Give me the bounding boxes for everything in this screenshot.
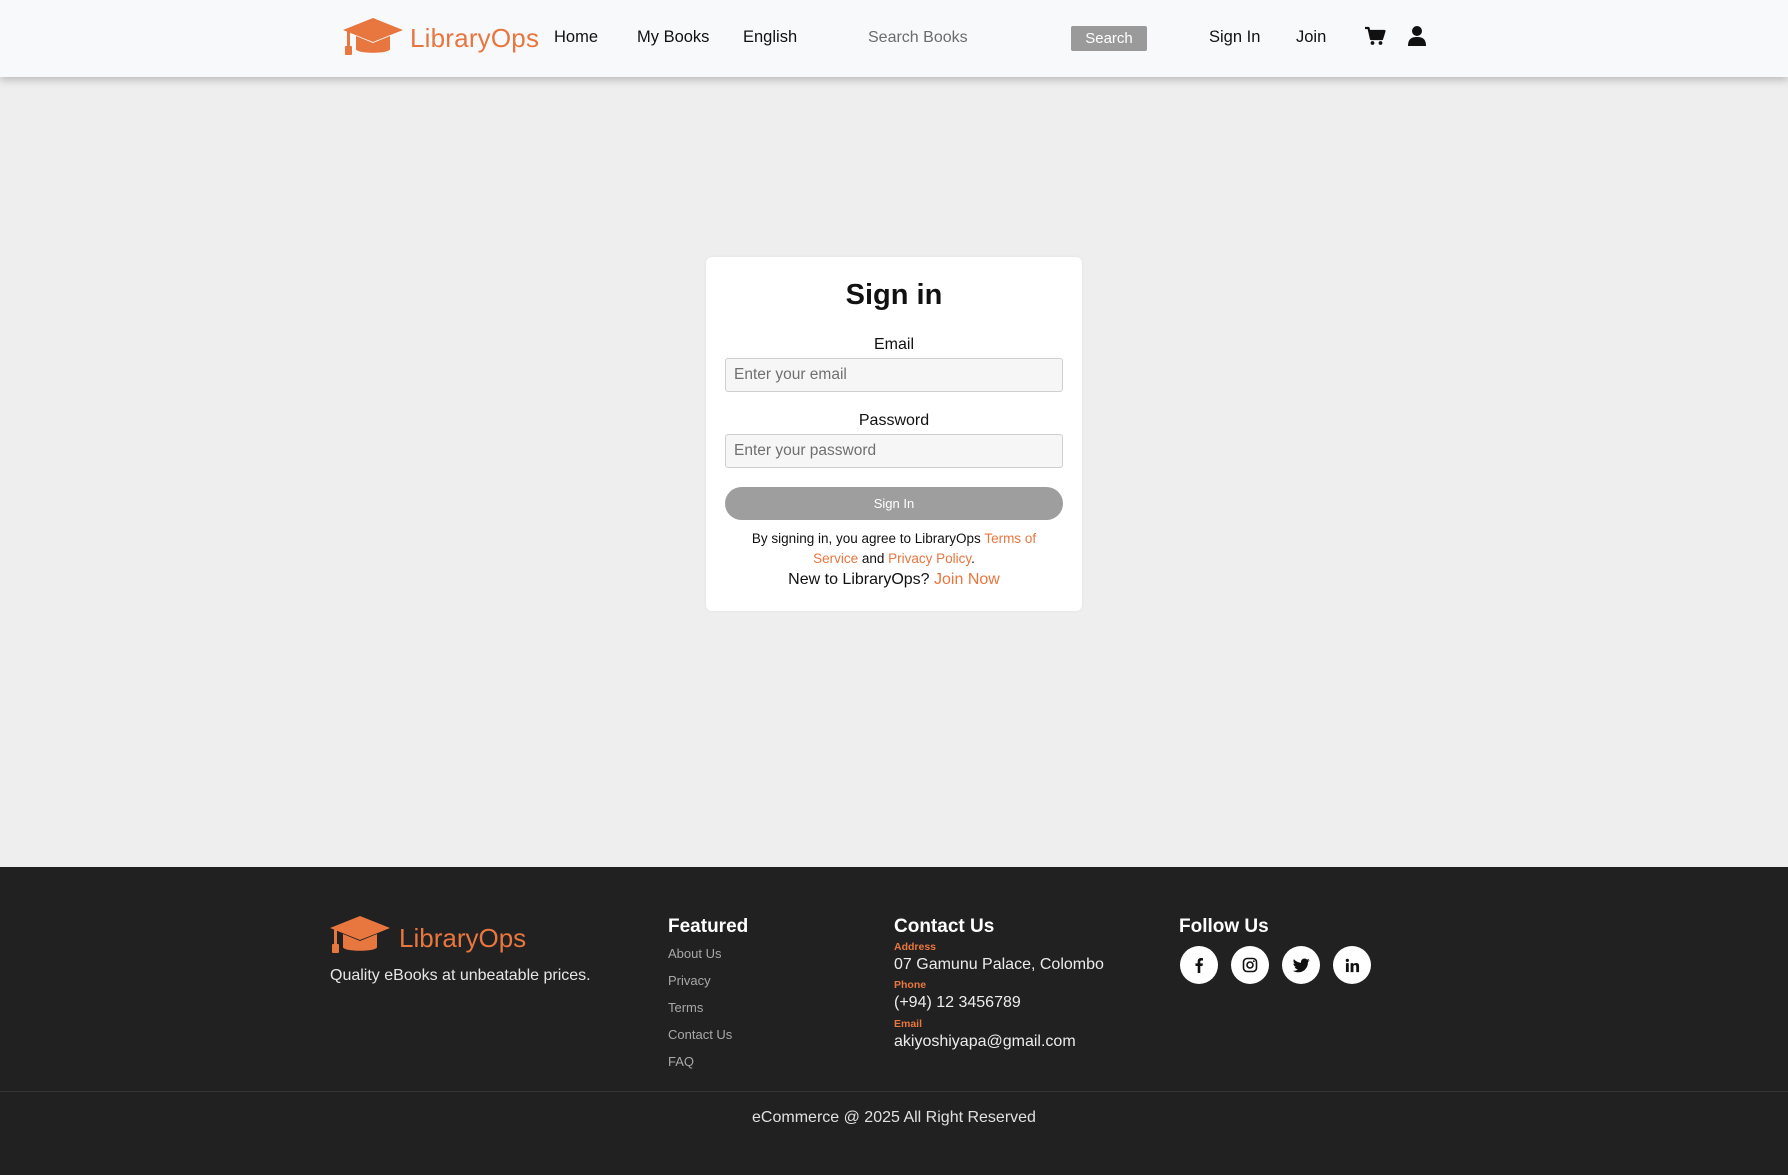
follow-heading: Follow Us [1179, 916, 1269, 937]
footer-link-privacy[interactable]: Privacy [668, 973, 711, 988]
nav-join-link[interactable]: Join [1296, 28, 1326, 47]
cart-icon[interactable] [1364, 25, 1386, 52]
terms-notice: By signing in, you agree to LibraryOps T… [736, 529, 1052, 569]
nav-sign-in-link[interactable]: Sign In [1209, 28, 1260, 47]
address-label: Address [894, 941, 937, 953]
email-label-footer: Email [894, 1018, 923, 1030]
featured-heading: Featured [668, 916, 749, 937]
join-now-link[interactable]: Join Now [934, 571, 1000, 588]
terms-and: and [858, 551, 889, 566]
footer-tagline: Quality eBooks at unbeatable prices. [330, 967, 591, 984]
phone-value: (+94) 12 3456789 [894, 994, 1021, 1011]
footer-divider [0, 1091, 1788, 1092]
facebook-icon[interactable] [1180, 946, 1218, 984]
signin-title: Sign in [845, 279, 943, 311]
graduation-cap-icon [329, 914, 391, 963]
email-value: akiyoshiyapa@gmail.com [894, 1033, 1076, 1050]
address-value: 07 Gamunu Palace, Colombo [894, 956, 1104, 973]
instagram-icon[interactable] [1231, 946, 1269, 984]
search-button[interactable]: Search [1071, 26, 1147, 51]
password-label: Password [858, 412, 930, 429]
footer-brand[interactable]: LibraryOps [329, 914, 526, 963]
join-prompt-text: New to LibraryOps? [788, 571, 935, 588]
brand-logo-link[interactable]: LibraryOps [342, 16, 539, 60]
email-label: Email [873, 336, 914, 353]
terms-prefix: By signing in, you agree to LibraryOps [751, 531, 985, 546]
nav-language-link[interactable]: English [743, 28, 797, 47]
join-prompt: New to LibraryOps? Join Now [706, 571, 1082, 589]
footer-link-faq[interactable]: FAQ [668, 1054, 694, 1069]
phone-label: Phone [894, 979, 927, 991]
sign-in-button[interactable]: Sign In [725, 487, 1063, 520]
signin-card: Sign in Email Password Sign In By signin… [706, 257, 1082, 611]
nav-my-books-link[interactable]: My Books [637, 28, 709, 47]
privacy-policy-link[interactable]: Privacy Policy [888, 551, 971, 566]
twitter-icon[interactable] [1282, 946, 1320, 984]
nav-home-link[interactable]: Home [554, 28, 598, 47]
search-input[interactable] [860, 22, 1060, 54]
footer-link-terms[interactable]: Terms [668, 1000, 703, 1015]
top-navbar: LibraryOps Home My Books English Search … [0, 0, 1788, 77]
contact-heading: Contact Us [894, 916, 995, 937]
brand-name: LibraryOps [410, 22, 540, 53]
copyright-text: eCommerce @ 2025 All Right Reserved [752, 1109, 1036, 1126]
graduation-cap-icon [342, 16, 404, 60]
email-field[interactable] [725, 358, 1063, 392]
terms-suffix: . [971, 551, 975, 566]
user-icon[interactable] [1407, 25, 1427, 52]
footer-brand-name: LibraryOps [399, 923, 527, 953]
footer-link-about-us[interactable]: About Us [668, 946, 721, 961]
site-footer: LibraryOps Quality eBooks at unbeatable … [0, 867, 1788, 1175]
footer-link-contact-us[interactable]: Contact Us [668, 1027, 732, 1042]
linkedin-icon[interactable] [1333, 946, 1371, 984]
password-field[interactable] [725, 434, 1063, 468]
